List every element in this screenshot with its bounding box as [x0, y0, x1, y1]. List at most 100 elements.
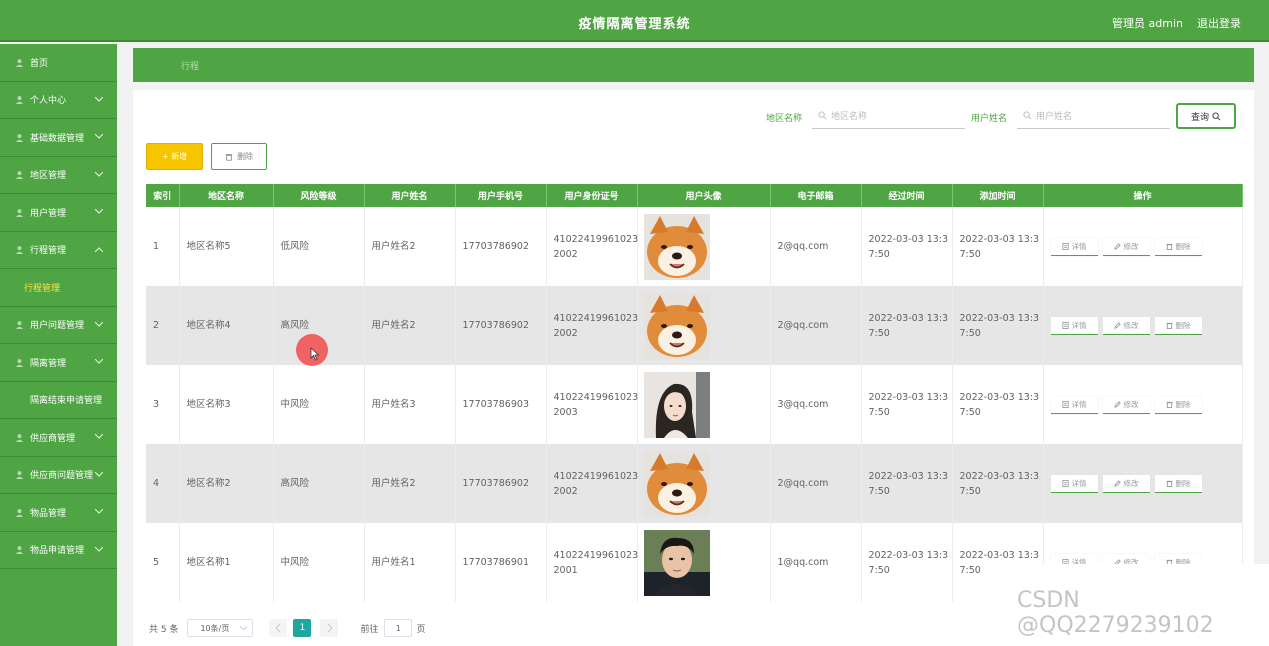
sidebar-item-0[interactable]: 首页	[0, 44, 117, 82]
cell-pass-time-line2: 7:50	[868, 406, 890, 418]
cell-email: 2@qq.com	[770, 286, 862, 365]
chevron-down-icon	[94, 207, 105, 217]
cell-phone: 17703786902	[455, 444, 547, 523]
avatar[interactable]	[643, 213, 770, 280]
breadcrumb-current[interactable]: 行程	[181, 59, 199, 72]
avatar[interactable]	[643, 371, 770, 438]
avatar[interactable]	[643, 450, 770, 517]
mouse-cursor-highlight	[296, 334, 328, 366]
sidebar-item-5[interactable]: 行程管理	[0, 232, 117, 269]
goto-page-input[interactable]: 1	[384, 619, 413, 637]
logout-link[interactable]: 退出登录	[1197, 15, 1241, 31]
sidebar-item-10[interactable]: 供应商管理	[0, 419, 117, 457]
sidebar-item-3[interactable]: 地区管理	[0, 157, 117, 194]
box-icon	[14, 507, 24, 517]
chevron-down-icon	[94, 95, 105, 105]
sidebar-item-label: 行程管理	[24, 283, 61, 294]
sidebar-item-8[interactable]: 隔离管理	[0, 344, 117, 382]
delete-button[interactable]: 删除	[1154, 237, 1202, 256]
add-button-label: + 新增	[161, 152, 188, 161]
sidebar-item-4[interactable]: 用户管理	[0, 194, 117, 232]
edit-button[interactable]: 修改	[1102, 316, 1150, 335]
edit-icon	[1113, 400, 1121, 408]
add-button[interactable]: + 新增	[146, 143, 203, 170]
cell-add-time-line2: 7:50	[959, 485, 981, 497]
question-icon	[14, 470, 24, 480]
sidebar-item-9[interactable]: 隔离结束申请管理	[0, 382, 117, 419]
cell-add-time-line1: 2022-03-03 13:3	[959, 549, 1040, 561]
cell-email: 3@qq.com	[770, 365, 862, 444]
detail-button[interactable]: 详情	[1050, 395, 1098, 414]
sidebar-item-label: 隔离管理	[30, 358, 67, 369]
sidebar-item-label: 物品管理	[30, 508, 67, 519]
cell-id-number-line1: 41022419961023	[553, 470, 639, 482]
cell-phone: 17703786901	[455, 523, 547, 602]
sidebar-item-12[interactable]: 物品管理	[0, 494, 117, 532]
delete-button[interactable]: 删除	[1154, 395, 1202, 414]
cell-id-number-line2: 2002	[553, 485, 578, 497]
sidebar-item-2[interactable]: 基础数据管理	[0, 119, 117, 157]
chevron-down-icon	[94, 320, 105, 330]
edit-button[interactable]: 修改	[1102, 237, 1150, 256]
cell-pass-time: 2022-03-03 13:3 7:50	[861, 523, 953, 602]
sidebar-item-label: 个人中心	[30, 96, 67, 107]
detail-button[interactable]: 详情	[1050, 237, 1098, 256]
edit-label: 修改	[1123, 241, 1139, 251]
detail-button[interactable]: 详情	[1050, 316, 1098, 335]
cell-pass-time-line1: 2022-03-03 13:3	[868, 470, 949, 482]
search-icon	[818, 111, 827, 120]
query-button[interactable]: 查询	[1176, 103, 1236, 129]
cell-avatar	[637, 286, 771, 365]
column-header: 用户身份证号	[546, 184, 638, 207]
sidebar-item-13[interactable]: 物品申请管理	[0, 532, 117, 569]
avatar[interactable]	[643, 529, 770, 596]
cell-add-time-line1: 2022-03-03 13:3	[959, 233, 1040, 245]
cell-user-name: 用户姓名2	[364, 286, 456, 365]
edit-label: 修改	[1123, 478, 1139, 488]
edit-button[interactable]: 修改	[1102, 395, 1150, 414]
column-header: 用户姓名	[364, 184, 456, 207]
cell-pass-time-line2: 7:50	[868, 564, 890, 576]
sidebar-item-1[interactable]: 个人中心	[0, 82, 117, 119]
cell-add-time: 2022-03-03 13:3 7:50	[952, 207, 1044, 286]
page-size-value: 10条/页	[200, 623, 230, 633]
cell-avatar	[637, 444, 771, 523]
page-number-active[interactable]: 1	[293, 619, 312, 637]
next-page-button[interactable]	[320, 619, 339, 637]
delete-button[interactable]: 删除	[1154, 474, 1202, 493]
row-actions: 详情 修改 删除	[1050, 316, 1242, 335]
chevron-down-icon	[94, 432, 105, 442]
users-icon	[14, 207, 24, 217]
page-size-select[interactable]: 10条/页	[187, 619, 254, 637]
delete-button[interactable]: 删除	[1154, 316, 1202, 335]
pointer-icon	[310, 347, 320, 361]
edit-button[interactable]: 修改	[1102, 474, 1150, 493]
prev-page-button[interactable]	[269, 619, 288, 637]
user-search-input[interactable]: 用户姓名	[1017, 103, 1170, 129]
app-title: 疫情隔离管理系统	[578, 17, 691, 32]
edit-icon	[1113, 479, 1121, 487]
home-icon	[14, 57, 24, 67]
detail-button[interactable]: 详情	[1050, 474, 1098, 493]
cell-add-time: 2022-03-03 13:3 7:50	[952, 365, 1044, 444]
batch-delete-button[interactable]: 删除	[211, 143, 267, 170]
sidebar-item-6[interactable]: 行程管理	[0, 269, 117, 307]
apply-icon	[14, 545, 24, 555]
avatar[interactable]	[643, 292, 770, 359]
sidebar-item-11[interactable]: 供应商问题管理	[0, 457, 117, 494]
region-search-input[interactable]: 地区名称	[812, 103, 965, 129]
column-header: 经过时间	[861, 184, 953, 207]
document-icon	[1061, 242, 1069, 250]
cell-pass-time: 2022-03-03 13:3 7:50	[861, 444, 953, 523]
chevron-down-icon	[94, 470, 105, 480]
cell-id-number-line2: 2003	[553, 406, 578, 418]
delete-label: 删除	[1175, 320, 1191, 330]
sidebar-item-7[interactable]: 用户问题管理	[0, 307, 117, 344]
trash-icon	[225, 153, 233, 161]
cell-avatar	[637, 365, 771, 444]
user-icon	[14, 95, 24, 105]
cell-pass-time-line2: 7:50	[868, 327, 890, 339]
cell-id-number: 41022419961023 2002	[546, 207, 638, 286]
sidebar: 首页 个人中心 基础数据管理 地区管理 用户管理 行程管理 行程管理 用户问题管理 隔离管理 隔离…	[0, 44, 117, 646]
cell-id-number-line1: 41022419961023	[553, 391, 639, 403]
